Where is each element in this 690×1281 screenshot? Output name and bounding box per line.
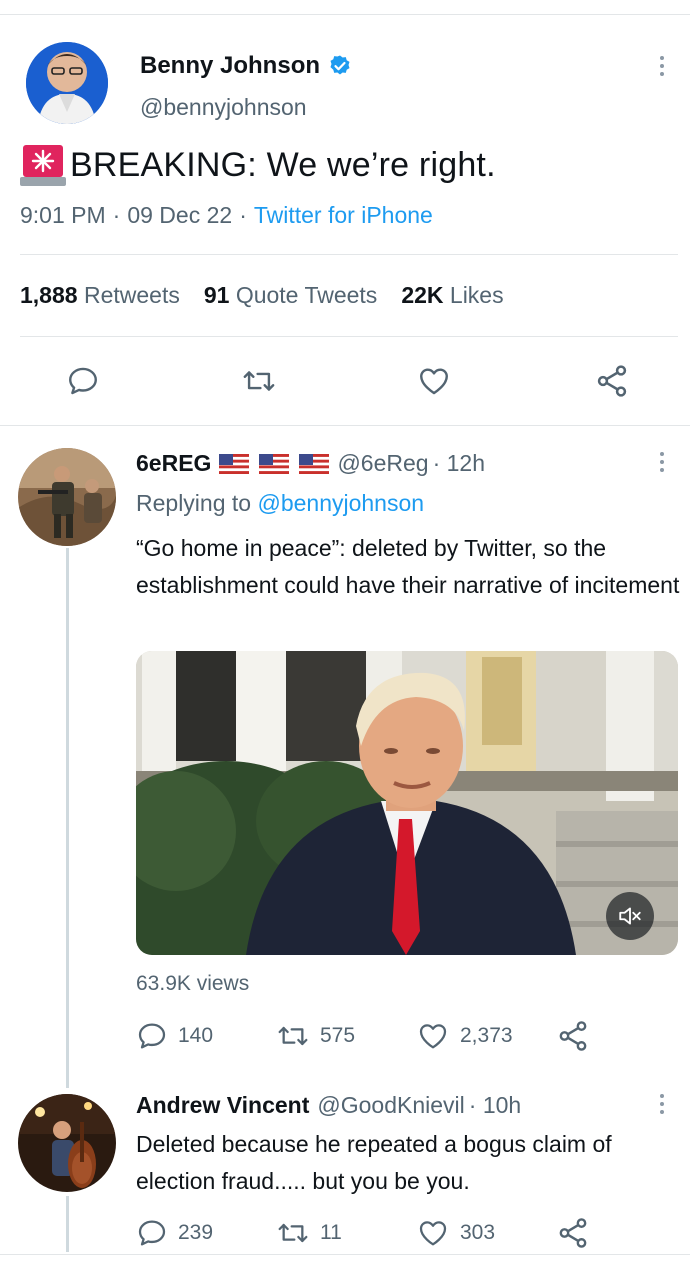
retweet-icon [276, 1020, 310, 1052]
meta-separator: · [239, 202, 247, 228]
share-icon[interactable] [556, 1216, 590, 1255]
more-options-icon[interactable] [659, 452, 665, 472]
mute-icon[interactable] [606, 892, 654, 940]
more-options-icon[interactable] [659, 56, 665, 76]
retweet-button[interactable]: 575 [276, 1020, 355, 1052]
share-icon[interactable] [594, 363, 630, 404]
meta-separator: · [112, 202, 121, 228]
top-divider [0, 14, 690, 15]
retweets-stat[interactable]: 1,888 Retweets [20, 282, 180, 309]
more-options-icon[interactable] [659, 1094, 665, 1114]
like-button[interactable]: 2,373 [416, 1020, 513, 1052]
reply-count: 239 [178, 1221, 214, 1244]
reply-button[interactable]: 140 [136, 1020, 213, 1052]
thread-line [66, 1196, 69, 1252]
reply-count: 140 [178, 1024, 214, 1047]
like-button[interactable]: 303 [416, 1217, 495, 1249]
verified-badge-icon [328, 54, 352, 78]
author-avatar[interactable] [26, 42, 108, 124]
reply-time[interactable]: · 12h [433, 450, 485, 477]
reply-time[interactable]: · 10h [469, 1092, 521, 1119]
retweet-icon [276, 1217, 310, 1249]
reply-icon [136, 1020, 168, 1052]
likes-stat[interactable]: 22K Likes [401, 282, 503, 309]
reply-text: “Go home in peace”: deleted by Twitter, … [136, 535, 680, 598]
video-frame [136, 651, 678, 955]
heart-icon [416, 1217, 450, 1249]
thread-line [66, 548, 69, 1088]
reply-author-name[interactable]: 6eREG [136, 450, 211, 477]
reply-avatar[interactable] [18, 448, 116, 546]
author-name[interactable]: Benny Johnson [140, 52, 320, 80]
tweet-text: BREAKING: We we’re right. [70, 145, 496, 184]
tweet-time[interactable]: 9:01 PM [20, 202, 106, 229]
reply-icon[interactable] [66, 364, 100, 403]
quote-tweets-stat[interactable]: 91 Quote Tweets [204, 282, 377, 309]
video-player[interactable] [136, 651, 678, 955]
replying-to-handle[interactable]: @bennyjohnson [257, 490, 424, 516]
like-count: 303 [460, 1221, 496, 1244]
heart-icon [416, 1020, 450, 1052]
share-icon[interactable] [556, 1019, 590, 1058]
reply-avatar[interactable] [18, 1094, 116, 1192]
author-handle[interactable]: @bennyjohnson [140, 94, 307, 121]
retweet-count: 11 [320, 1221, 342, 1244]
retweet-button[interactable]: 11 [276, 1217, 342, 1249]
reply-button[interactable]: 239 [136, 1217, 213, 1249]
retweet-icon[interactable] [241, 364, 277, 403]
reply-handle[interactable]: @6eReg [337, 450, 428, 477]
bottom-divider [0, 1254, 690, 1255]
reply-text: Deleted because he repeated a bogus clai… [136, 1131, 612, 1194]
video-views: 63.9K views [136, 972, 250, 995]
divider [0, 425, 690, 426]
tweet-date[interactable]: 09 Dec 22 [127, 202, 232, 229]
siren-emoji-icon [20, 143, 66, 187]
reply-author-name[interactable]: Andrew Vincent [136, 1092, 309, 1119]
replying-to-label: Replying to [136, 490, 252, 516]
heart-icon[interactable] [416, 364, 452, 403]
divider [20, 336, 678, 337]
reply-icon [136, 1217, 168, 1249]
us-flag-icons [219, 453, 330, 474]
like-count: 2,373 [460, 1024, 513, 1047]
retweet-count: 575 [320, 1024, 356, 1047]
divider [20, 254, 678, 255]
reply-handle[interactable]: @GoodKnievil [317, 1092, 464, 1119]
tweet-client[interactable]: Twitter for iPhone [254, 202, 433, 229]
